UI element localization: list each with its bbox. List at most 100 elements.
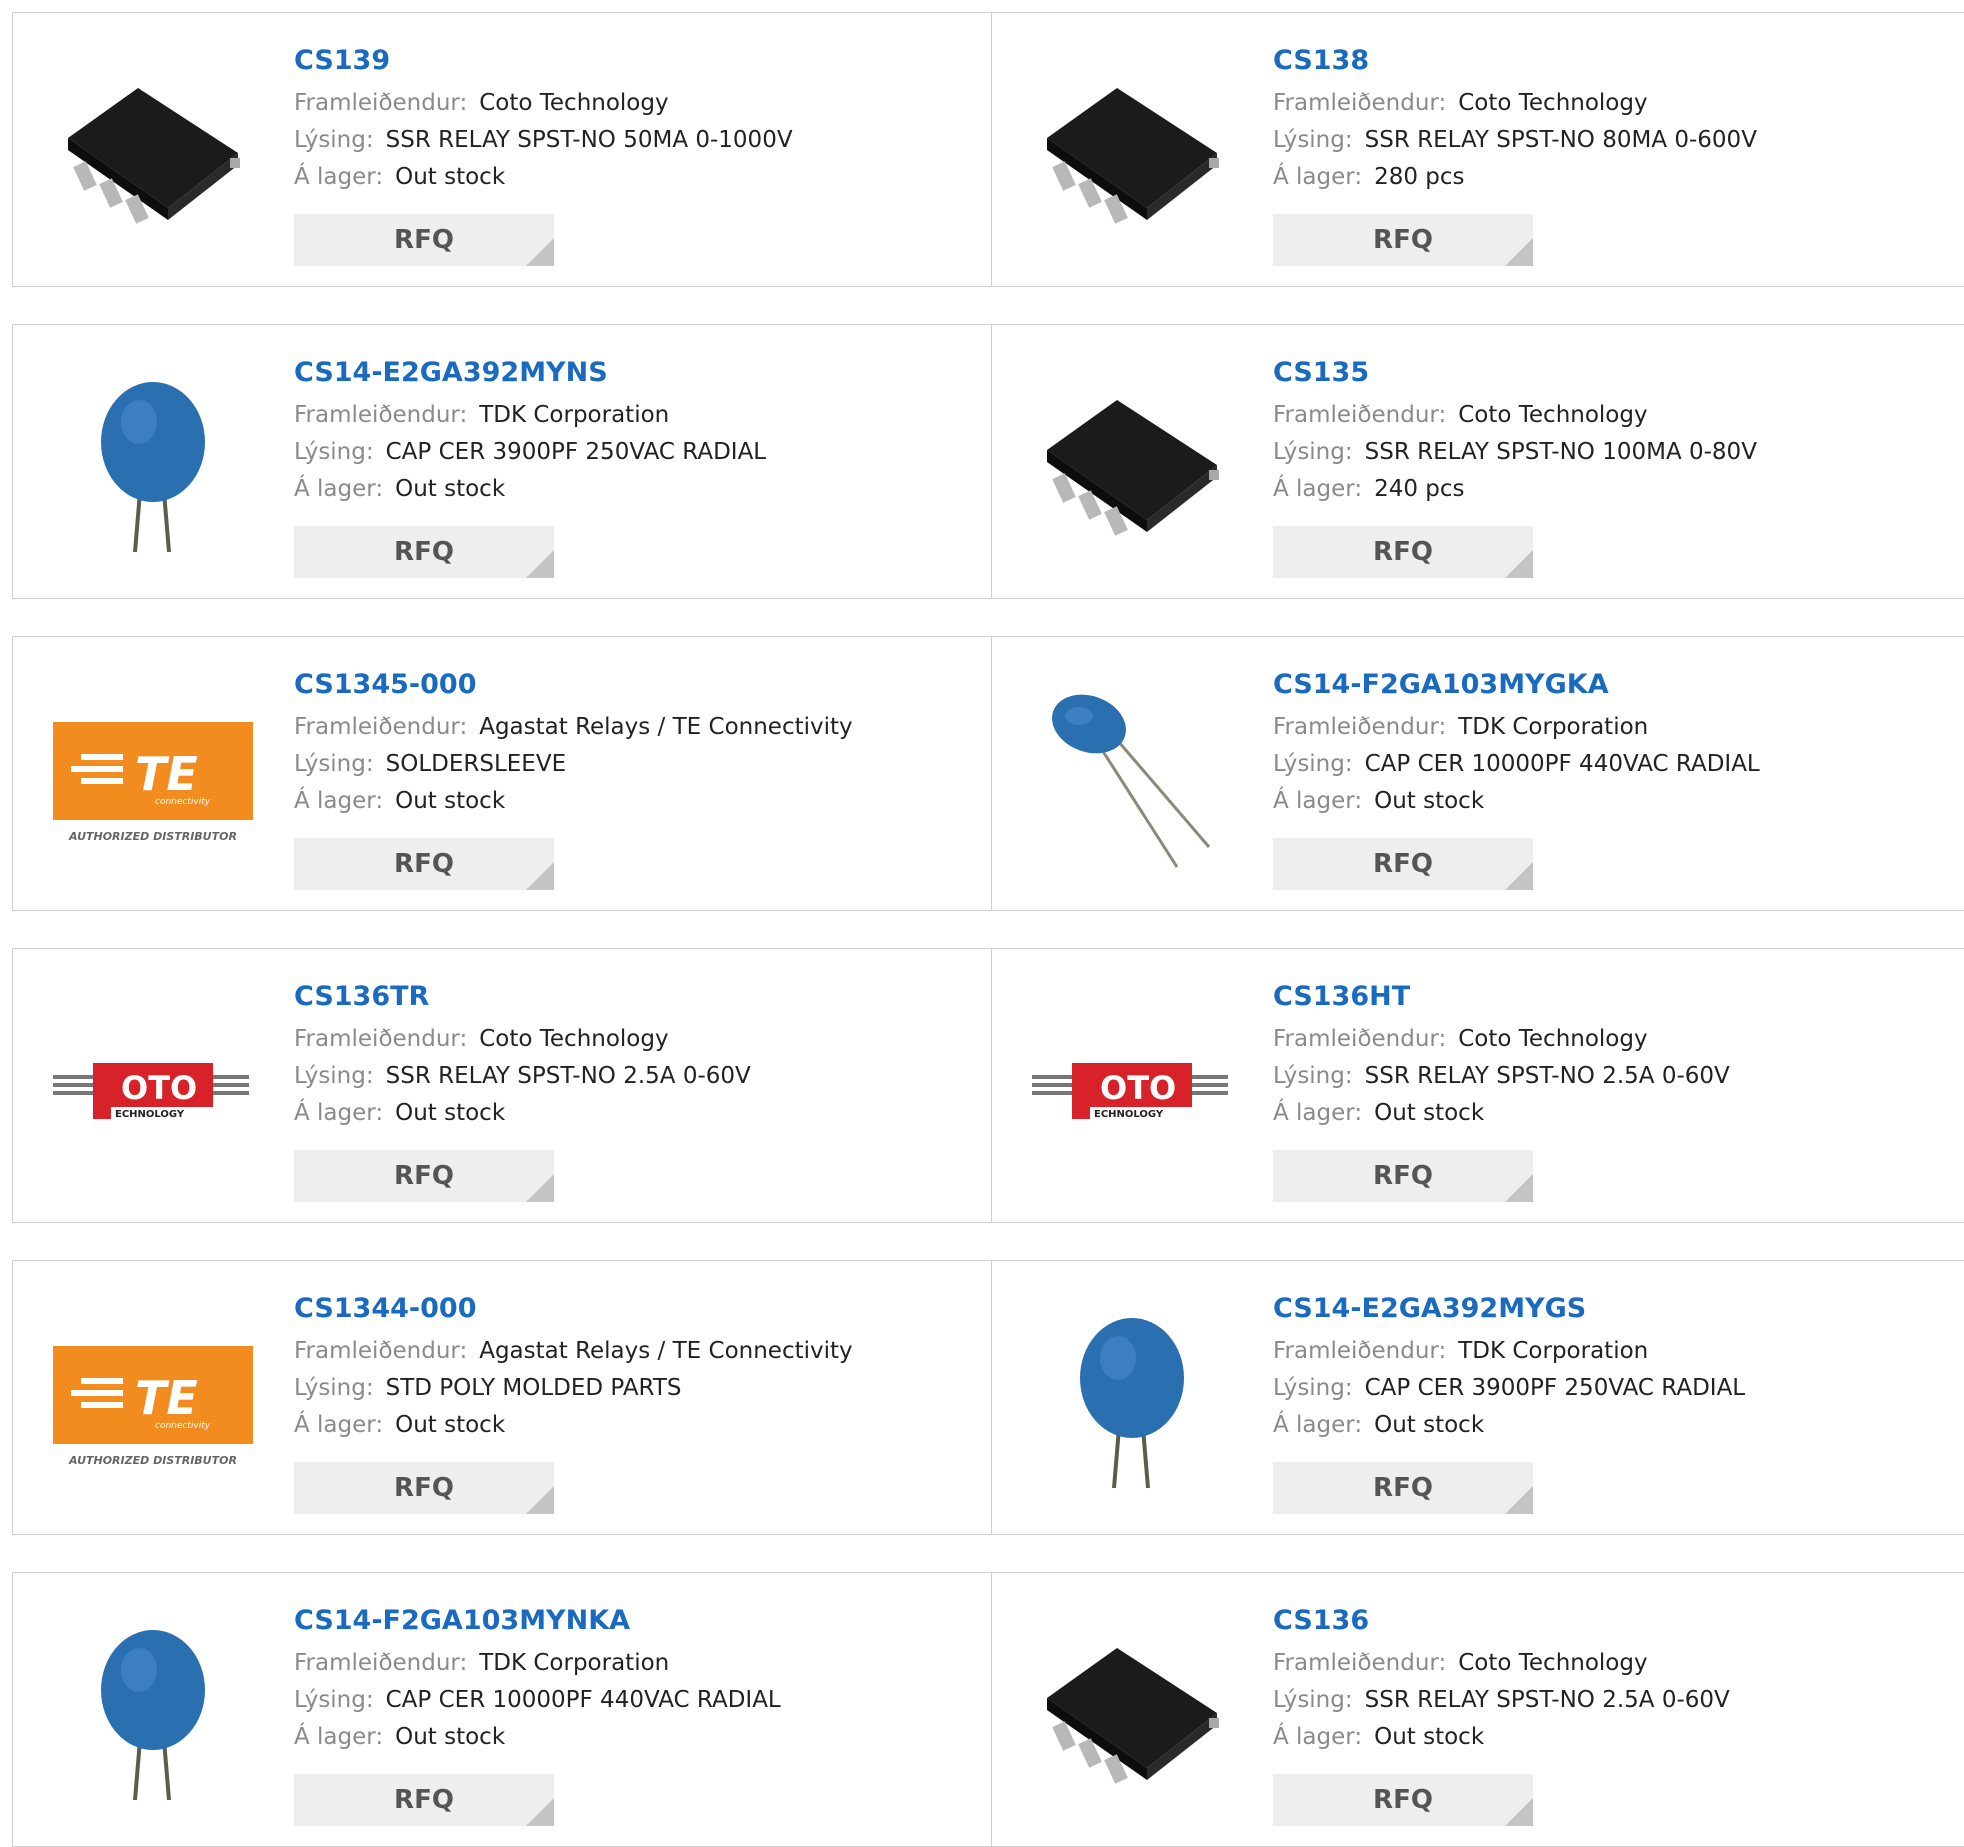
corner-triangle-icon xyxy=(526,1798,554,1826)
product-image[interactable] xyxy=(53,53,253,253)
stock-label: Á lager: xyxy=(294,476,384,502)
product-image[interactable]: TE connectivity AUTHORIZED DISTRIBUTOR xyxy=(53,1301,253,1501)
stock-label: Á lager: xyxy=(1273,164,1363,190)
stock-value: Out stock xyxy=(395,788,506,814)
product-part-link[interactable]: CS136 xyxy=(1273,1603,1953,1639)
description-label: Lýsing: xyxy=(294,127,374,153)
stock-value: Out stock xyxy=(1374,1100,1485,1126)
rfq-button-label: RFQ xyxy=(394,1161,454,1191)
product-image[interactable] xyxy=(1032,365,1232,565)
manufacturer-value: Coto Technology xyxy=(1458,402,1648,428)
rfq-button[interactable]: RFQ xyxy=(294,838,554,890)
svg-text:OTO: OTO xyxy=(121,1069,197,1107)
product-image[interactable] xyxy=(53,365,253,565)
product-row: CS14-F2GA103MYNKA Framleiðendur: TDK Corp… xyxy=(12,1572,1964,1847)
product-photo xyxy=(68,88,240,224)
product-part-link[interactable]: CS14-F2GA103MYNKA xyxy=(294,1603,974,1639)
product-image[interactable] xyxy=(1032,1301,1232,1501)
product-part-link[interactable]: CS1345-000 xyxy=(294,667,974,703)
manufacturer-value: TDK Corporation xyxy=(479,1650,670,1676)
rfq-button-label: RFQ xyxy=(394,1785,454,1815)
rfq-button[interactable]: RFQ xyxy=(294,526,554,578)
product-card: CS14-F2GA103MYGKA Framleiðendur: TDK Corp… xyxy=(991,637,1964,910)
product-part-link[interactable]: CS14-E2GA392MYGS xyxy=(1273,1291,1953,1327)
rfq-button[interactable]: RFQ xyxy=(1273,1150,1533,1202)
manufacturer-label: Framleiðendur: xyxy=(1273,90,1447,116)
brand-logo: OTO ECHNOLOGY xyxy=(1032,1063,1228,1120)
stock-label: Á lager: xyxy=(294,1724,384,1750)
stock-label: Á lager: xyxy=(1273,1412,1363,1438)
product-part-link[interactable]: CS135 xyxy=(1273,355,1953,391)
rfq-button[interactable]: RFQ xyxy=(1273,214,1533,266)
product-part-link[interactable]: CS14-F2GA103MYGKA xyxy=(1273,667,1953,703)
rfq-button[interactable]: RFQ xyxy=(1273,1462,1533,1514)
product-part-link[interactable]: CS136HT xyxy=(1273,979,1953,1015)
svg-text:AUTHORIZED DISTRIBUTOR: AUTHORIZED DISTRIBUTOR xyxy=(68,1454,237,1467)
manufacturer-label: Framleiðendur: xyxy=(1273,1650,1447,1676)
manufacturer-value: Coto Technology xyxy=(1458,1650,1648,1676)
manufacturer-label: Framleiðendur: xyxy=(1273,1338,1447,1364)
svg-text:TE: TE xyxy=(135,1371,198,1425)
product-row: TE connectivity AUTHORIZED DISTRIBUTOR C… xyxy=(12,636,1964,911)
product-image[interactable] xyxy=(1032,53,1232,253)
product-image[interactable] xyxy=(53,1613,253,1813)
product-row: OTO ECHNOLOGY CS136TR Framleiðendur: Coto… xyxy=(12,948,1964,1223)
stock-label: Á lager: xyxy=(294,1100,384,1126)
description-value: CAP CER 3900PF 250VAC RADIAL xyxy=(385,439,767,465)
description-label: Lýsing: xyxy=(294,1687,374,1713)
rfq-button[interactable]: RFQ xyxy=(294,1462,554,1514)
product-image[interactable] xyxy=(1032,1613,1232,1813)
svg-text:ECHNOLOGY: ECHNOLOGY xyxy=(115,1109,185,1120)
description-value: CAP CER 10000PF 440VAC RADIAL xyxy=(385,1687,781,1713)
product-image[interactable]: TE connectivity AUTHORIZED DISTRIBUTOR xyxy=(53,677,253,877)
brand-logo: TE connectivity AUTHORIZED DISTRIBUTOR xyxy=(53,1346,253,1467)
rfq-button[interactable]: RFQ xyxy=(294,1150,554,1202)
product-card: CS139 Framleiðendur: Coto Technology Lýsi… xyxy=(13,13,991,286)
manufacturer-value: Coto Technology xyxy=(1458,90,1648,116)
description-value: STD POLY MOLDED PARTS xyxy=(385,1375,682,1401)
product-row: CS14-E2GA392MYNS Framleiðendur: TDK Corpo… xyxy=(12,324,1964,599)
rfq-button[interactable]: RFQ xyxy=(1273,526,1533,578)
product-image[interactable]: OTO ECHNOLOGY xyxy=(1032,989,1232,1189)
description-value: SOLDERSLEEVE xyxy=(385,751,567,777)
corner-triangle-icon xyxy=(526,1486,554,1514)
rfq-button[interactable]: RFQ xyxy=(1273,838,1533,890)
svg-text:TE: TE xyxy=(135,747,198,801)
product-part-link[interactable]: CS14-E2GA392MYNS xyxy=(294,355,974,391)
description-value: SSR RELAY SPST-NO 80MA 0-600V xyxy=(1364,127,1757,153)
manufacturer-label: Framleiðendur: xyxy=(1273,402,1447,428)
rfq-button-label: RFQ xyxy=(1373,1473,1433,1503)
svg-text:connectivity: connectivity xyxy=(155,1421,211,1431)
stock-label: Á lager: xyxy=(294,1412,384,1438)
corner-triangle-icon xyxy=(526,238,554,266)
product-photo xyxy=(101,1630,205,1801)
stock-label: Á lager: xyxy=(1273,476,1363,502)
manufacturer-label: Framleiðendur: xyxy=(294,1026,468,1052)
stock-value: Out stock xyxy=(1374,788,1485,814)
svg-text:OTO: OTO xyxy=(1100,1069,1176,1107)
product-part-link[interactable]: CS1344-000 xyxy=(294,1291,974,1327)
corner-triangle-icon xyxy=(1505,1798,1533,1826)
product-part-link[interactable]: CS139 xyxy=(294,43,974,79)
description-value: SSR RELAY SPST-NO 100MA 0-80V xyxy=(1364,439,1757,465)
product-photo xyxy=(101,382,205,553)
product-part-link[interactable]: CS138 xyxy=(1273,43,1953,79)
description-label: Lýsing: xyxy=(1273,1063,1353,1089)
product-image[interactable]: OTO ECHNOLOGY xyxy=(53,989,253,1189)
corner-triangle-icon xyxy=(526,1174,554,1202)
stock-value: Out stock xyxy=(395,1412,506,1438)
description-label: Lýsing: xyxy=(1273,1687,1353,1713)
rfq-button[interactable]: RFQ xyxy=(294,1774,554,1826)
manufacturer-value: TDK Corporation xyxy=(1458,714,1649,740)
description-value: SSR RELAY SPST-NO 2.5A 0-60V xyxy=(1364,1063,1730,1089)
stock-value: Out stock xyxy=(1374,1412,1485,1438)
product-part-link[interactable]: CS136TR xyxy=(294,979,974,1015)
product-card: OTO ECHNOLOGY CS136TR Framleiðendur: Coto… xyxy=(13,949,991,1222)
product-image[interactable] xyxy=(1032,677,1232,877)
rfq-button-label: RFQ xyxy=(1373,1785,1433,1815)
stock-value: Out stock xyxy=(395,1100,506,1126)
rfq-button-label: RFQ xyxy=(394,537,454,567)
rfq-button[interactable]: RFQ xyxy=(1273,1774,1533,1826)
rfq-button[interactable]: RFQ xyxy=(294,214,554,266)
product-card: CS14-E2GA392MYNS Framleiðendur: TDK Corpo… xyxy=(13,325,991,598)
